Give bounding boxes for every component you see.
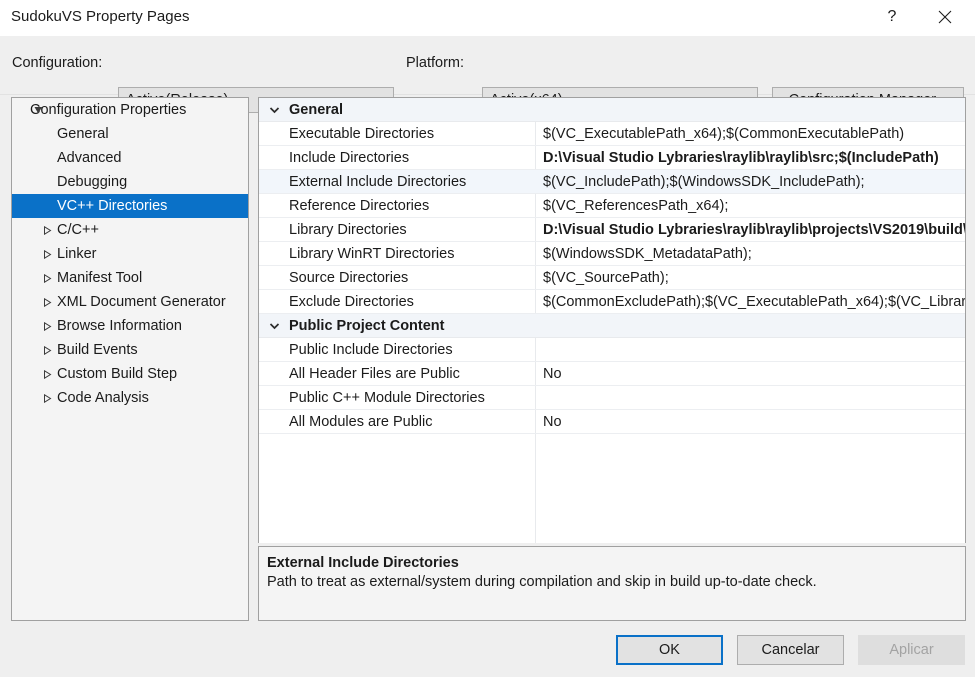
configuration-bar: Configuration: Active(Release) Platform:… bbox=[0, 36, 975, 113]
grid-row[interactable]: All Modules are Public No bbox=[259, 410, 965, 434]
grid-property-name: All Header Files are Public bbox=[289, 365, 460, 382]
tree-item-c-c[interactable]: C/C++ bbox=[12, 218, 248, 242]
tree-expander-collapsed-icon[interactable] bbox=[40, 369, 54, 379]
tree-expander-collapsed-icon[interactable] bbox=[40, 393, 54, 403]
tree-item-label: XML Document Generator bbox=[57, 294, 226, 310]
grid-row[interactable]: Executable Directories $(VC_ExecutablePat… bbox=[259, 122, 965, 146]
grid-property-value[interactable]: $(VC_ReferencesPath_x64); bbox=[535, 198, 965, 214]
window-title: SudokuVS Property Pages bbox=[11, 8, 190, 25]
grid-row[interactable]: Include Directories D:\Visual Studio Lybr… bbox=[259, 146, 965, 170]
grid-row[interactable]: Exclude Directories $(CommonExcludePath);… bbox=[259, 290, 965, 314]
configuration-label: Configuration: bbox=[12, 55, 103, 71]
tree-item-label: Debugging bbox=[57, 174, 128, 190]
tree-expander-expanded-icon[interactable] bbox=[31, 106, 45, 115]
grid-property-name: Public Include Directories bbox=[289, 341, 453, 358]
cancel-button[interactable]: Cancelar bbox=[737, 635, 844, 665]
tree-item-label: Custom Build Step bbox=[57, 366, 178, 382]
grid-property-value[interactable]: D:\Visual Studio Lybraries\raylib\raylib… bbox=[535, 150, 965, 166]
grid-property-value[interactable]: D:\Visual Studio Lybraries\raylib\raylib… bbox=[535, 222, 965, 238]
ok-button[interactable]: OK bbox=[616, 635, 723, 665]
help-button[interactable]: ? bbox=[869, 0, 915, 33]
tree-item-label: Build Events bbox=[57, 342, 138, 358]
tree-item-browse-information[interactable]: Browse Information bbox=[12, 314, 248, 338]
grid-property-name: Library WinRT Directories bbox=[289, 245, 455, 262]
platform-label: Platform: bbox=[406, 55, 465, 71]
tree-item-label: VC++ Directories bbox=[57, 198, 168, 214]
grid-property-name: Reference Directories bbox=[289, 197, 430, 214]
tree-expander-collapsed-icon[interactable] bbox=[40, 249, 54, 259]
grid-property-value[interactable]: No bbox=[535, 366, 965, 382]
grid-property-value[interactable]: $(VC_SourcePath); bbox=[535, 270, 965, 286]
grid-row[interactable]: All Header Files are Public No bbox=[259, 362, 965, 386]
configuration-properties-tree[interactable]: Configuration Properties General Advanced D… bbox=[11, 97, 249, 621]
grid-group-title: General bbox=[289, 101, 343, 118]
grid-property-name: Executable Directories bbox=[289, 125, 435, 142]
tree-expander-collapsed-icon[interactable] bbox=[40, 225, 54, 235]
chevron-down-icon[interactable] bbox=[259, 322, 289, 330]
grid-row[interactable]: Library WinRT Directories $(WindowsSDK_Me… bbox=[259, 242, 965, 266]
tree-item-vc-directories[interactable]: VC++ Directories bbox=[12, 194, 248, 218]
tree-expander-collapsed-icon[interactable] bbox=[40, 345, 54, 355]
grid-group-header[interactable]: General bbox=[259, 98, 965, 122]
tree-item-debugging[interactable]: Debugging bbox=[12, 170, 248, 194]
grid-row[interactable]: Reference Directories $(VC_ReferencesPath… bbox=[259, 194, 965, 218]
description-body: Path to treat as external/system during … bbox=[267, 574, 817, 590]
grid-row[interactable]: Library Directories D:\Visual Studio Lybr… bbox=[259, 218, 965, 242]
description-panel: External Include Directories Path to tre… bbox=[258, 546, 966, 621]
tree-item-label: Configuration Properties bbox=[30, 102, 187, 118]
grid-property-name: All Modules are Public bbox=[289, 413, 433, 430]
grid-property-value[interactable]: $(VC_IncludePath);$(WindowsSDK_IncludePa… bbox=[535, 174, 965, 190]
grid-property-name: Public C++ Module Directories bbox=[289, 389, 485, 406]
tree-item-advanced[interactable]: Advanced bbox=[12, 146, 248, 170]
grid-row[interactable]: Source Directories $(VC_SourcePath); bbox=[259, 266, 965, 290]
tree-item-manifest-tool[interactable]: Manifest Tool bbox=[12, 266, 248, 290]
grid-group-header[interactable]: Public Project Content bbox=[259, 314, 965, 338]
grid-property-name: Include Directories bbox=[289, 149, 410, 166]
close-icon bbox=[938, 10, 952, 24]
title-bar: SudokuVS Property Pages ? bbox=[0, 0, 975, 36]
grid-property-value[interactable]: $(CommonExcludePath);$(VC_ExecutablePath… bbox=[535, 294, 965, 310]
tree-expander-collapsed-icon[interactable] bbox=[40, 297, 54, 307]
grid-group-title: Public Project Content bbox=[289, 317, 445, 334]
grid-property-name: Library Directories bbox=[289, 221, 407, 238]
grid-row[interactable]: Public C++ Module Directories bbox=[259, 386, 965, 410]
tree-item-general[interactable]: General bbox=[12, 122, 248, 146]
tree-item-linker[interactable]: Linker bbox=[12, 242, 248, 266]
tree-item-label: Code Analysis bbox=[57, 390, 149, 406]
grid-row[interactable]: External Include Directories $(VC_Include… bbox=[259, 170, 965, 194]
grid-property-name: Source Directories bbox=[289, 269, 409, 286]
grid-property-name: External Include Directories bbox=[289, 173, 467, 190]
close-button[interactable] bbox=[922, 0, 968, 33]
tree-item-configuration-properties[interactable]: Configuration Properties bbox=[12, 98, 248, 122]
tree-item-label: Advanced bbox=[57, 150, 122, 166]
tree-item-label: Manifest Tool bbox=[57, 270, 143, 286]
apply-button: Aplicar bbox=[858, 635, 965, 665]
tree-expander-collapsed-icon[interactable] bbox=[40, 321, 54, 331]
tree-item-custom-build-step[interactable]: Custom Build Step bbox=[12, 362, 248, 386]
tree-item-xml-document-generator[interactable]: XML Document Generator bbox=[12, 290, 248, 314]
tree-item-label: Browse Information bbox=[57, 318, 182, 334]
grid-row[interactable]: Public Include Directories bbox=[259, 338, 965, 362]
grid-property-value[interactable]: $(VC_ExecutablePath_x64);$(CommonExecuta… bbox=[535, 126, 965, 142]
grid-property-name: Exclude Directories bbox=[289, 293, 414, 310]
description-title: External Include Directories bbox=[267, 555, 459, 571]
grid-property-value[interactable]: No bbox=[535, 414, 965, 430]
question-mark-icon: ? bbox=[887, 7, 897, 25]
grid-property-value[interactable]: $(WindowsSDK_MetadataPath); bbox=[535, 246, 965, 262]
tree-item-code-analysis[interactable]: Code Analysis bbox=[12, 386, 248, 410]
tree-expander-collapsed-icon[interactable] bbox=[40, 273, 54, 283]
property-grid[interactable]: General Executable Directories $(VC_Execut… bbox=[258, 97, 966, 543]
tree-item-build-events[interactable]: Build Events bbox=[12, 338, 248, 362]
tree-item-label: General bbox=[57, 126, 109, 142]
chevron-down-icon[interactable] bbox=[259, 106, 289, 114]
